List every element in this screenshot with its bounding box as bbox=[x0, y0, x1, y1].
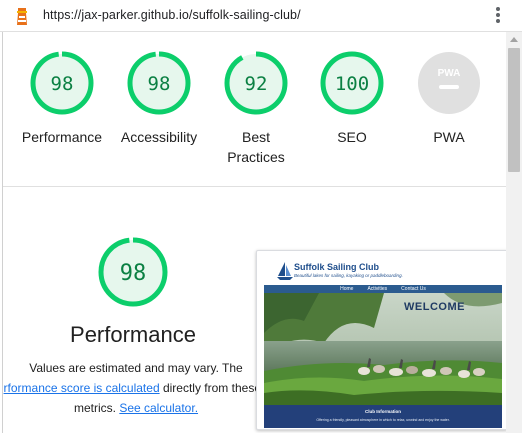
lighthouse-icon bbox=[17, 8, 27, 25]
desc-text: directly from these bbox=[159, 381, 261, 395]
page-url[interactable]: https://jax-parker.github.io/suffolk-sai… bbox=[43, 8, 301, 22]
site-header: Suffolk Sailing Club Beautiful lakes for… bbox=[264, 258, 502, 284]
scores-summary: 98 Performance 98 Accessibility 92 Best … bbox=[3, 32, 506, 182]
scroll-up-arrow-icon[interactable] bbox=[510, 37, 518, 42]
gauge-pwa[interactable]: PWA PWA bbox=[394, 50, 504, 147]
site-preview: Suffolk Sailing Club Beautiful lakes for… bbox=[264, 258, 502, 428]
vertical-scrollbar[interactable] bbox=[506, 32, 522, 433]
site-nav: Home Activities Contact Us bbox=[264, 285, 502, 293]
performance-score: 98 bbox=[120, 261, 147, 286]
scrollbar-thumb[interactable] bbox=[508, 48, 520, 172]
lake-geese-image bbox=[264, 293, 502, 405]
hero-image: WELCOME bbox=[264, 293, 502, 405]
score-gauge: 92 bbox=[224, 51, 288, 115]
nav-item: Home bbox=[340, 286, 354, 292]
site-tagline: Beautiful lakes for sailing, kayaking or… bbox=[294, 273, 403, 278]
info-title: Club Information bbox=[365, 409, 401, 414]
club-info-banner: Club Information Offering a friendly, pl… bbox=[264, 405, 502, 428]
desc-line3: metrics. See calculator. bbox=[3, 398, 261, 418]
desc-line2: rformance score is calculated directly f… bbox=[4, 381, 261, 395]
gauge-label: SEO bbox=[337, 129, 367, 145]
gauge-seo[interactable]: 100 SEO bbox=[297, 50, 407, 147]
url-bar: https://jax-parker.github.io/suffolk-sai… bbox=[0, 0, 522, 32]
performance-section: 98 Performance bbox=[3, 236, 263, 348]
svg-text:PWA: PWA bbox=[438, 68, 461, 79]
pwa-badge-icon: PWA bbox=[418, 52, 480, 114]
info-text: Offering a friendly, pleasant atmosphere… bbox=[316, 418, 450, 422]
performance-title: Performance bbox=[70, 322, 196, 347]
score-gauge: 100 bbox=[320, 51, 384, 115]
performance-gauge: 98 bbox=[98, 237, 168, 307]
sailboat-icon bbox=[277, 262, 293, 280]
gauge-score: 98 bbox=[148, 73, 171, 95]
site-title: Suffolk Sailing Club bbox=[294, 262, 379, 272]
score-gauge: 98 bbox=[30, 51, 94, 115]
score-calculated-link[interactable]: rformance score is calculated bbox=[4, 381, 160, 395]
desc-line: Values are estimated and may vary. The bbox=[29, 361, 243, 375]
gauge-label: PWA bbox=[433, 129, 465, 145]
section-divider bbox=[3, 186, 506, 187]
nav-item: Activities bbox=[367, 286, 388, 292]
gauge-label: Best Practices bbox=[227, 129, 285, 165]
final-screenshot[interactable]: Suffolk Sailing Club Beautiful lakes for… bbox=[256, 250, 508, 430]
score-gauge: 98 bbox=[127, 51, 191, 115]
performance-description: Values are estimated and may vary. The r… bbox=[3, 358, 261, 418]
gauge-label: Accessibility bbox=[120, 129, 198, 145]
see-calculator-link[interactable]: See calculator. bbox=[119, 401, 198, 415]
gauge-performance[interactable]: 98 Performance bbox=[7, 50, 117, 147]
desc-text: metrics. bbox=[73, 401, 120, 415]
welcome-heading: WELCOME bbox=[404, 301, 465, 313]
gauge-score: 98 bbox=[51, 73, 74, 95]
nav-item: Contact Us bbox=[401, 286, 426, 292]
gauge-label: Performance bbox=[21, 129, 103, 145]
gauge-score: 100 bbox=[335, 73, 369, 95]
gauge-best-practices[interactable]: 92 Best Practices bbox=[201, 50, 311, 167]
gauge-accessibility[interactable]: 98 Accessibility bbox=[104, 50, 214, 147]
gauge-score: 92 bbox=[245, 73, 268, 95]
kebab-menu-icon[interactable] bbox=[492, 6, 504, 26]
